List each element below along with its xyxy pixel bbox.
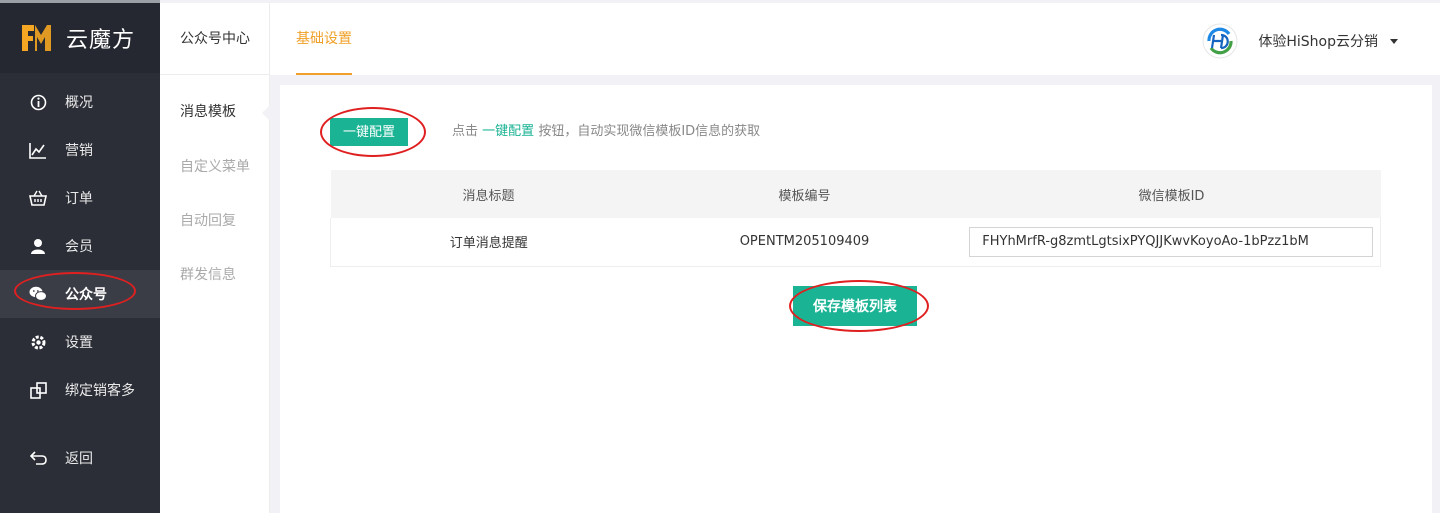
tab-basic-settings[interactable]: 基础设置 (296, 3, 352, 75)
config-hint: 点击 一键配置 按钮，自动实现微信模板ID信息的获取 (452, 120, 760, 139)
logo[interactable]: 云魔方 (0, 3, 160, 73)
template-id-input[interactable] (969, 226, 1374, 257)
top-header: 基础设置 体验HiShop云分销 (270, 3, 1440, 75)
sidebar-item-label: 概况 (65, 95, 93, 111)
template-id-cell (962, 218, 1381, 267)
subnav-item-broadcast[interactable]: 群发信息 (160, 237, 269, 291)
template-code-cell: OPENTM205109409 (646, 218, 963, 267)
sidebar-item-wechat[interactable]: 公众号 (0, 270, 160, 318)
sidebar-item-label: 订单 (65, 191, 93, 207)
hint-link[interactable]: 一键配置 (482, 124, 534, 139)
chevron-down-icon (1390, 38, 1398, 44)
basket-icon (29, 189, 47, 207)
info-icon (29, 93, 47, 111)
sidebar-item-settings[interactable]: 设置 (0, 318, 160, 366)
sidebar-item-label: 公众号 (65, 287, 107, 303)
logo-icon (20, 23, 52, 53)
hint-suffix: 按钮，自动实现微信模板ID信息的获取 (538, 124, 761, 139)
hint-prefix: 点击 (452, 124, 479, 139)
sidebar-item-overview[interactable]: 概况 (0, 78, 160, 126)
sidebar-item-orders[interactable]: 订单 (0, 174, 160, 222)
sidebar-item-bind-xiaokeduo[interactable]: 绑定销客多 (0, 366, 160, 414)
user-icon (29, 237, 47, 255)
sidebar-item-label: 返回 (65, 451, 93, 467)
column-header: 微信模板ID (962, 170, 1381, 218)
subnav-item-custom-menu[interactable]: 自定义菜单 (160, 129, 269, 183)
sidebar-item-label: 设置 (65, 335, 93, 351)
main-nav: 概况 营销 订单 会员 公众号 设置 绑定销客多 返回 (0, 78, 160, 482)
sidebar-item-label: 绑定销客多 (65, 383, 135, 399)
sidebar-item-back[interactable]: 返回 (0, 434, 160, 482)
app-name: 云魔方 (66, 28, 136, 53)
table-row: 订单消息提醒 OPENTM205109409 (330, 218, 1381, 267)
message-title-cell: 订单消息提醒 (330, 218, 647, 267)
subnav-item-message-template[interactable]: 消息模板 (160, 75, 270, 129)
subbar-title: 公众号中心 (160, 3, 269, 75)
sub-nav: 消息模板 自定义菜单 自动回复 群发信息 (160, 75, 270, 291)
column-header: 消息标题 (330, 170, 647, 218)
content-panel: 一键配置 点击 一键配置 按钮，自动实现微信模板ID信息的获取 消息标题 模板编… (280, 85, 1432, 513)
avatar (1202, 23, 1238, 59)
save-template-list-button[interactable]: 保存模板列表 (793, 286, 917, 326)
gear-icon (29, 333, 47, 351)
user-name: 体验HiShop云分销 (1258, 34, 1378, 50)
sub-sidebar: 公众号中心 消息模板 自定义菜单 自动回复 群发信息 (160, 3, 270, 513)
wechat-icon (29, 285, 47, 303)
table-header-row: 消息标题 模板编号 微信模板ID (330, 170, 1381, 218)
main-sidebar: 云魔方 概况 营销 订单 会员 公众号 设置 绑定销客多 返回 (0, 0, 160, 513)
sidebar-item-label: 营销 (65, 143, 93, 159)
column-header: 模板编号 (646, 170, 963, 218)
chart-icon (29, 141, 47, 159)
sidebar-item-label: 会员 (65, 239, 93, 255)
back-icon (29, 449, 47, 467)
template-table: 消息标题 模板编号 微信模板ID 订单消息提醒 OPENTM205109409 (330, 170, 1381, 267)
link-icon (29, 381, 47, 399)
one-click-config-button[interactable]: 一键配置 (330, 118, 408, 146)
sidebar-item-marketing[interactable]: 营销 (0, 126, 160, 174)
subnav-item-auto-reply[interactable]: 自动回复 (160, 183, 269, 237)
user-menu[interactable]: 体验HiShop云分销 (1202, 23, 1398, 59)
sidebar-item-members[interactable]: 会员 (0, 222, 160, 270)
